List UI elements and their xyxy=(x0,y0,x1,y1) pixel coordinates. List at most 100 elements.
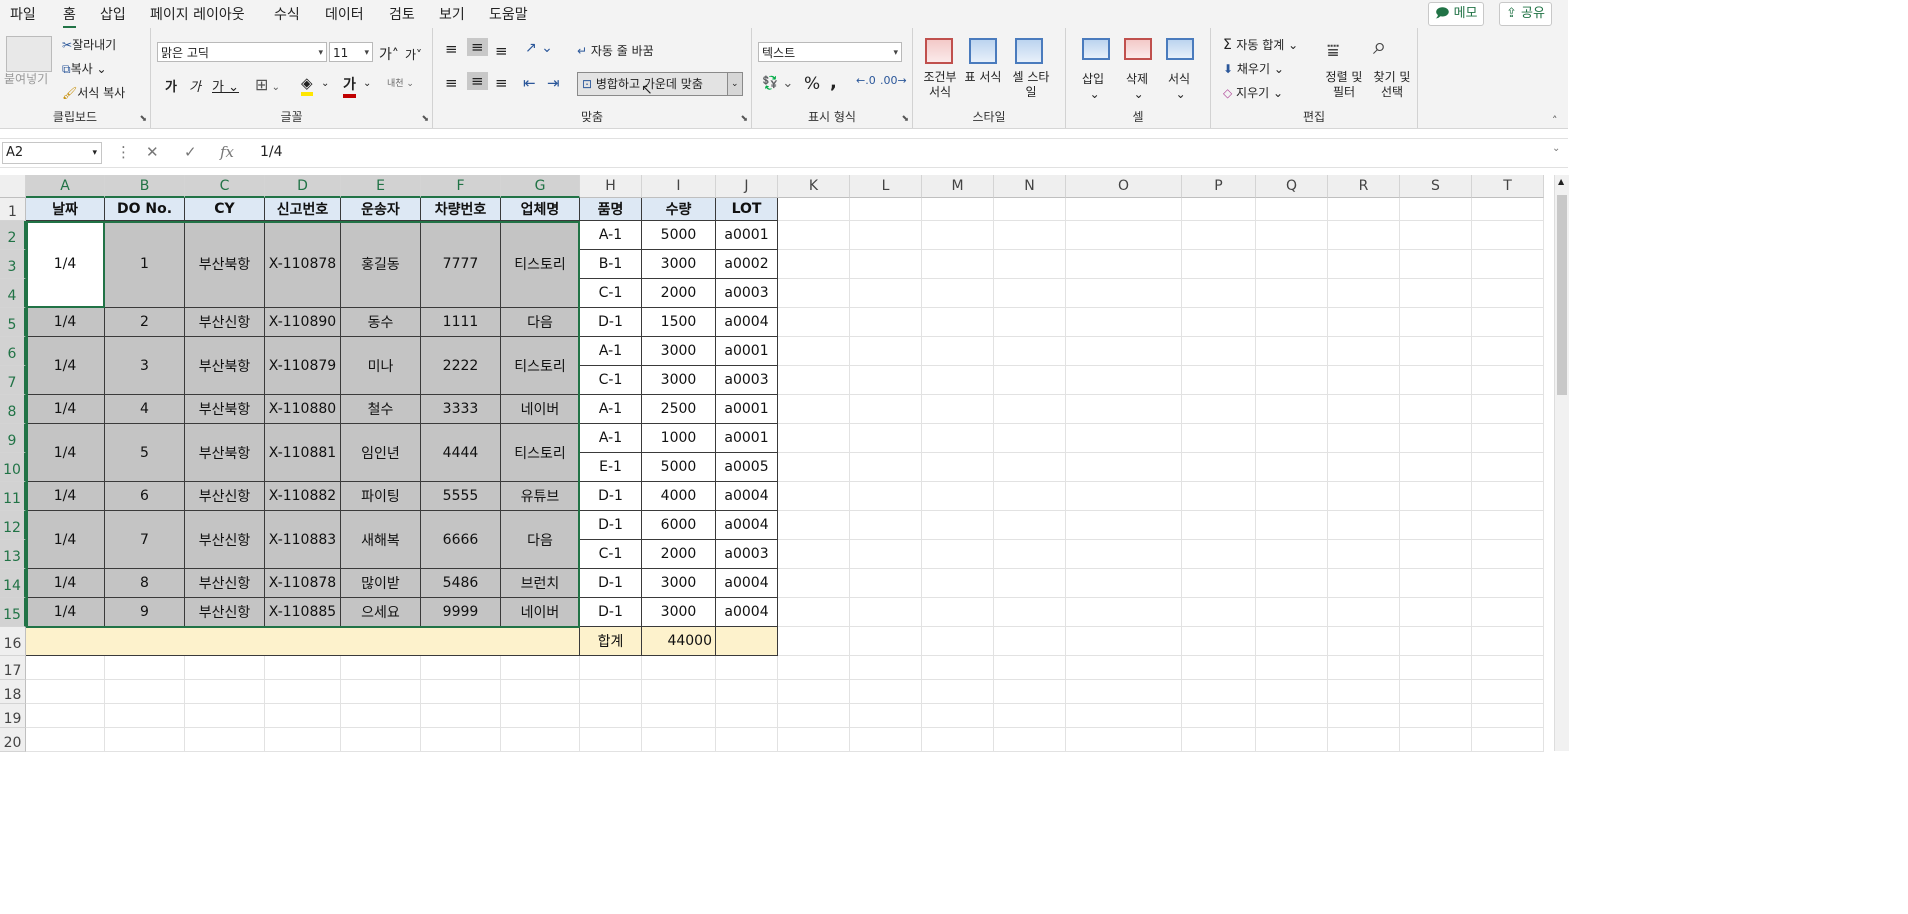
empty-cell[interactable] xyxy=(1328,680,1400,704)
empty-cell[interactable] xyxy=(1066,250,1182,279)
empty-cell[interactable] xyxy=(1400,250,1472,279)
empty-cell[interactable] xyxy=(850,308,922,337)
empty-cell[interactable] xyxy=(716,656,778,680)
enter-icon[interactable]: ✓ xyxy=(184,143,197,161)
empty-cell[interactable] xyxy=(778,569,850,598)
empty-cell[interactable] xyxy=(265,728,341,752)
row-header-6[interactable]: 6 xyxy=(0,337,26,366)
empty-cell[interactable] xyxy=(1256,482,1328,511)
empty-cell[interactable] xyxy=(994,366,1066,395)
lot-cell[interactable]: a0003 xyxy=(716,279,778,308)
empty-cell[interactable] xyxy=(778,366,850,395)
sort-filter-button[interactable]: 정렬 및 필터 xyxy=(1319,70,1369,100)
empty-cell[interactable] xyxy=(922,656,994,680)
column-header-A[interactable]: A xyxy=(26,175,105,198)
empty-cell[interactable] xyxy=(185,704,265,728)
number-launcher-icon[interactable]: ⬊ xyxy=(901,114,909,124)
find-select-button[interactable]: 찾기 및 선택 xyxy=(1367,70,1417,100)
empty-cell[interactable] xyxy=(1066,337,1182,366)
empty-cell[interactable] xyxy=(1256,250,1328,279)
empty-cell[interactable] xyxy=(1472,680,1544,704)
merged-cell-carrier[interactable]: 새해복 xyxy=(341,511,421,569)
row-header-13[interactable]: 13 xyxy=(0,540,26,569)
empty-cell[interactable] xyxy=(1400,680,1472,704)
grow-font-button[interactable]: 가˄ xyxy=(379,44,399,64)
increase-indent-icon[interactable]: ⇥ xyxy=(547,74,560,92)
empty-cell[interactable] xyxy=(922,366,994,395)
merged-cell-vehicle[interactable]: 9999 xyxy=(421,598,501,627)
empty-cell[interactable] xyxy=(1400,424,1472,453)
empty-cell[interactable] xyxy=(994,598,1066,627)
empty-cell[interactable] xyxy=(1182,198,1256,221)
row-header-10[interactable]: 10 xyxy=(0,453,26,482)
row-header-5[interactable]: 5 xyxy=(0,308,26,337)
merged-cell-decl[interactable]: X-110880 xyxy=(265,395,341,424)
empty-cell[interactable] xyxy=(1066,424,1182,453)
empty-cell[interactable] xyxy=(922,395,994,424)
empty-cell[interactable] xyxy=(922,482,994,511)
column-header-H[interactable]: H xyxy=(580,175,642,198)
empty-cell[interactable] xyxy=(1066,453,1182,482)
column-header-L[interactable]: L xyxy=(850,175,922,198)
empty-cell[interactable] xyxy=(1328,598,1400,627)
empty-cell[interactable] xyxy=(185,728,265,752)
empty-cell[interactable] xyxy=(994,198,1066,221)
empty-cell[interactable] xyxy=(922,627,994,656)
tab-view[interactable]: 보기 xyxy=(439,4,465,24)
number-format-select[interactable]: 텍스트 ▾ xyxy=(758,42,902,62)
empty-cell[interactable] xyxy=(1256,366,1328,395)
empty-cell[interactable] xyxy=(922,279,994,308)
empty-cell[interactable] xyxy=(994,337,1066,366)
empty-cell[interactable] xyxy=(1066,598,1182,627)
merged-cell-cy[interactable]: 부산신항 xyxy=(185,569,265,598)
merged-cell-company[interactable]: 다음 xyxy=(501,308,580,337)
empty-cell[interactable] xyxy=(778,308,850,337)
empty-cell[interactable] xyxy=(1400,627,1472,656)
scroll-thumb[interactable] xyxy=(1557,195,1567,395)
header-cell[interactable]: 날짜 xyxy=(26,198,105,221)
empty-cell[interactable] xyxy=(1328,627,1400,656)
empty-cell[interactable] xyxy=(1400,395,1472,424)
cell-style-button[interactable]: 셀 스타일 xyxy=(1009,70,1053,100)
empty-cell[interactable] xyxy=(1400,366,1472,395)
row-header-18[interactable]: 18 xyxy=(0,680,26,704)
empty-cell[interactable] xyxy=(1328,704,1400,728)
font-name-select[interactable]: 맑은 고딕 ▾ xyxy=(157,42,327,62)
empty-cell[interactable] xyxy=(850,395,922,424)
empty-cell[interactable] xyxy=(1400,540,1472,569)
product-cell[interactable]: D-1 xyxy=(580,482,642,511)
empty-cell[interactable] xyxy=(1182,728,1256,752)
empty-cell[interactable] xyxy=(1066,395,1182,424)
header-cell[interactable]: 차량번호 xyxy=(421,198,501,221)
empty-cell[interactable] xyxy=(778,337,850,366)
empty-cell[interactable] xyxy=(716,680,778,704)
merged-cell-vehicle[interactable]: 4444 xyxy=(421,424,501,482)
empty-cell[interactable] xyxy=(994,308,1066,337)
empty-cell[interactable] xyxy=(994,704,1066,728)
empty-cell[interactable] xyxy=(850,482,922,511)
column-header-B[interactable]: B xyxy=(105,175,185,198)
empty-cell[interactable] xyxy=(1400,569,1472,598)
empty-cell[interactable] xyxy=(1256,221,1328,250)
empty-cell[interactable] xyxy=(185,680,265,704)
empty-cell[interactable] xyxy=(1400,656,1472,680)
column-header-N[interactable]: N xyxy=(994,175,1066,198)
merged-cell-carrier[interactable]: 으세요 xyxy=(341,598,421,627)
product-cell[interactable]: A-1 xyxy=(580,395,642,424)
merged-cell-decl[interactable]: X-110881 xyxy=(265,424,341,482)
empty-cell[interactable] xyxy=(994,656,1066,680)
empty-cell[interactable] xyxy=(265,680,341,704)
scroll-up-icon[interactable]: ▲ xyxy=(1558,177,1564,186)
merged-cell-cy[interactable]: 부산신항 xyxy=(185,308,265,337)
clear-button[interactable]: ◇ 지우기 ⌄ xyxy=(1223,84,1283,101)
empty-cell[interactable] xyxy=(922,511,994,540)
row-header-4[interactable]: 4 xyxy=(0,279,26,308)
empty-cell[interactable] xyxy=(501,680,580,704)
empty-cell[interactable] xyxy=(1472,511,1544,540)
empty-cell[interactable] xyxy=(642,680,716,704)
merged-cell-do[interactable]: 6 xyxy=(105,482,185,511)
lot-cell[interactable]: a0003 xyxy=(716,540,778,569)
empty-cell[interactable] xyxy=(1182,395,1256,424)
align-center-icon[interactable]: ≡ xyxy=(467,72,488,90)
product-cell[interactable]: D-1 xyxy=(580,598,642,627)
